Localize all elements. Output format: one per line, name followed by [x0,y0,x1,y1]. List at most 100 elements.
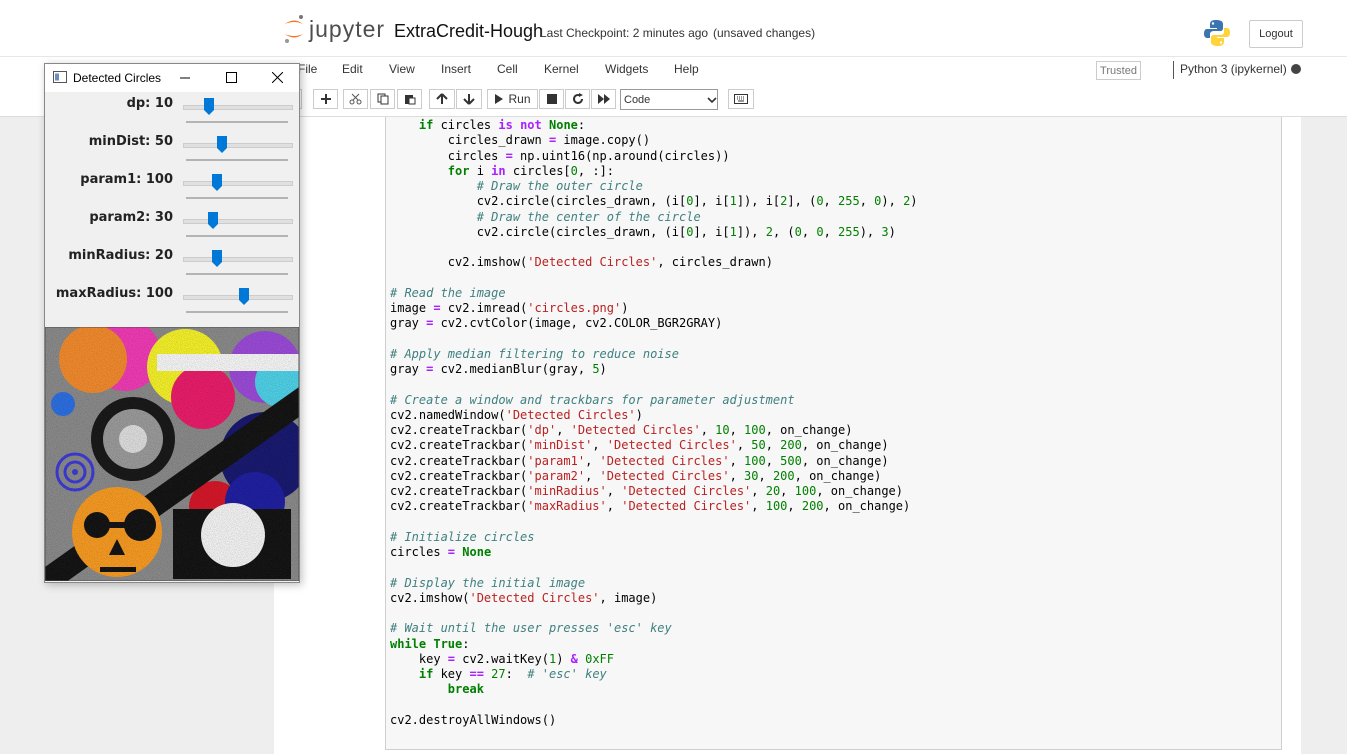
code-editor[interactable]: if circles is not None: circles_drawn = … [390,118,918,728]
jupyter-logo[interactable]: jupyter [283,14,385,44]
jupyter-logo-icon [285,15,303,43]
code-line[interactable]: if key == 27: # 'esc' key [390,667,918,682]
maximize-icon[interactable] [226,72,237,83]
code-line[interactable]: # Wait until the user presses 'esc' key [390,621,918,636]
code-line[interactable]: # Read the image [390,286,918,301]
trackbar-thumb[interactable] [212,250,223,267]
code-line[interactable]: gray = cv2.cvtColor(image, cv2.COLOR_BGR… [390,316,918,331]
code-line[interactable]: # Draw the outer circle [390,179,918,194]
code-line[interactable]: cv2.circle(circles_drawn, (i[0], i[1]), … [390,225,918,240]
scissors-icon [349,93,362,105]
python-logo-icon [1204,20,1230,46]
code-line[interactable]: cv2.createTrackbar('minRadius', 'Detecte… [390,484,918,499]
code-line[interactable]: cv2.imshow('Detected Circles', image) [390,591,918,606]
trackbar-thumb[interactable] [208,212,219,229]
run-button[interactable]: Run [487,89,538,109]
restart-button[interactable] [565,89,590,109]
copy-button[interactable] [370,89,395,109]
code-line[interactable]: # Draw the center of the circle [390,210,918,225]
menu-edit[interactable]: Edit [342,62,363,76]
menu-file[interactable]: File [298,62,317,76]
code-line[interactable]: circles_drawn = image.copy() [390,133,918,148]
menu-help[interactable]: Help [674,62,699,76]
code-line[interactable]: break [390,682,918,697]
run-button-label: Run [508,92,531,106]
trackbar-track[interactable] [183,143,293,148]
code-line[interactable]: cv2.createTrackbar('dp', 'Detected Circl… [390,423,918,438]
code-line[interactable] [390,698,918,713]
code-line[interactable] [390,606,918,621]
code-line[interactable]: cv2.createTrackbar('param1', 'Detected C… [390,454,918,469]
trackbar-thumb[interactable] [203,98,214,115]
code-line[interactable] [390,240,918,255]
code-line[interactable]: key = cv2.waitKey(1) & 0xFF [390,652,918,667]
code-line[interactable]: cv2.destroyAllWindows() [390,713,918,728]
trackbar-track[interactable] [183,257,293,262]
trackbar-thumb[interactable] [216,136,227,153]
trackbar-param1[interactable]: param1: 100 [45,168,299,206]
close-icon[interactable] [272,72,283,83]
trackbar-track[interactable] [183,105,293,110]
cv-window[interactable]: Detected Circles dp: 10 minDist: 50 para… [44,63,300,583]
trackbar-maxradius[interactable]: maxRadius: 100 [45,282,299,320]
trackbar-thumb[interactable] [238,288,249,305]
code-line[interactable]: cv2.createTrackbar('maxRadius', 'Detecte… [390,499,918,514]
code-line[interactable] [390,560,918,575]
code-line[interactable] [390,515,918,530]
kernel-name[interactable]: Python 3 (ipykernel) [1180,62,1287,76]
trackbar-underline [186,121,288,123]
menu-cell[interactable]: Cell [497,62,518,76]
insert-cell-button[interactable] [313,89,338,109]
trackbar-track[interactable] [183,219,293,224]
code-line[interactable]: # Apply median filtering to reduce noise [390,347,918,362]
trackbar-thumb[interactable] [212,174,223,191]
arrow-up-icon [436,93,448,104]
trackbar-param2[interactable]: param2: 30 [45,206,299,244]
trackbar-label: maxRadius: 100 [55,286,173,301]
code-line[interactable]: circles = None [390,545,918,560]
cv-window-titlebar[interactable]: Detected Circles [45,64,299,92]
code-line[interactable]: for i in circles[0, :]: [390,164,918,179]
cell-type-value: Code [624,93,651,106]
trackbar-dp[interactable]: dp: 10 [45,92,299,130]
cut-button[interactable] [343,89,368,109]
trusted-indicator[interactable]: Trusted [1096,61,1141,80]
code-line[interactable]: cv2.createTrackbar('minDist', 'Detected … [390,438,918,453]
paste-icon [404,95,415,105]
minimize-icon[interactable] [180,73,190,83]
trackbar-label: param2: 30 [89,210,173,225]
restart-run-all-button[interactable] [591,89,616,109]
code-line[interactable] [390,377,918,392]
trackbar-label: minDist: 50 [88,134,173,149]
code-line[interactable] [390,271,918,286]
trackbar-minradius[interactable]: minRadius: 20 [45,244,299,282]
move-up-button[interactable] [429,89,455,109]
code-line[interactable]: cv2.createTrackbar('param2', 'Detected C… [390,469,918,484]
code-line[interactable]: if circles is not None: [390,118,918,133]
command-palette-button[interactable] [728,89,754,109]
code-line[interactable]: image = cv2.imread('circles.png') [390,301,918,316]
code-line[interactable]: gray = cv2.medianBlur(gray, 5) [390,362,918,377]
menu-insert[interactable]: Insert [441,62,471,76]
code-line[interactable]: cv2.imshow('Detected Circles', circles_d… [390,255,918,270]
cell-type-select[interactable]: Code [620,89,718,110]
code-line[interactable]: # Display the initial image [390,576,918,591]
paste-button[interactable] [397,89,422,109]
logout-button[interactable]: Logout [1249,20,1303,48]
code-line[interactable]: while True: [390,637,918,652]
code-line[interactable]: circles = np.uint16(np.around(circles)) [390,149,918,164]
interrupt-button[interactable] [539,89,564,109]
code-line[interactable]: cv2.namedWindow('Detected Circles') [390,408,918,423]
code-line[interactable]: cv2.circle(circles_drawn, (i[0], i[1]), … [390,194,918,209]
menu-view[interactable]: View [389,62,415,76]
code-line[interactable]: # Initialize circles [390,530,918,545]
notebook-title[interactable]: ExtraCredit-Hough [394,21,543,42]
trackbar-mindist[interactable]: minDist: 50 [45,130,299,168]
move-down-button[interactable] [456,89,482,109]
code-line[interactable]: # Create a window and trackbars for para… [390,393,918,408]
menu-widgets[interactable]: Widgets [605,62,648,76]
code-line[interactable] [390,332,918,347]
trackbar-track[interactable] [183,181,293,186]
trackbar-label: dp: 10 [126,96,173,111]
menu-kernel[interactable]: Kernel [544,62,579,76]
